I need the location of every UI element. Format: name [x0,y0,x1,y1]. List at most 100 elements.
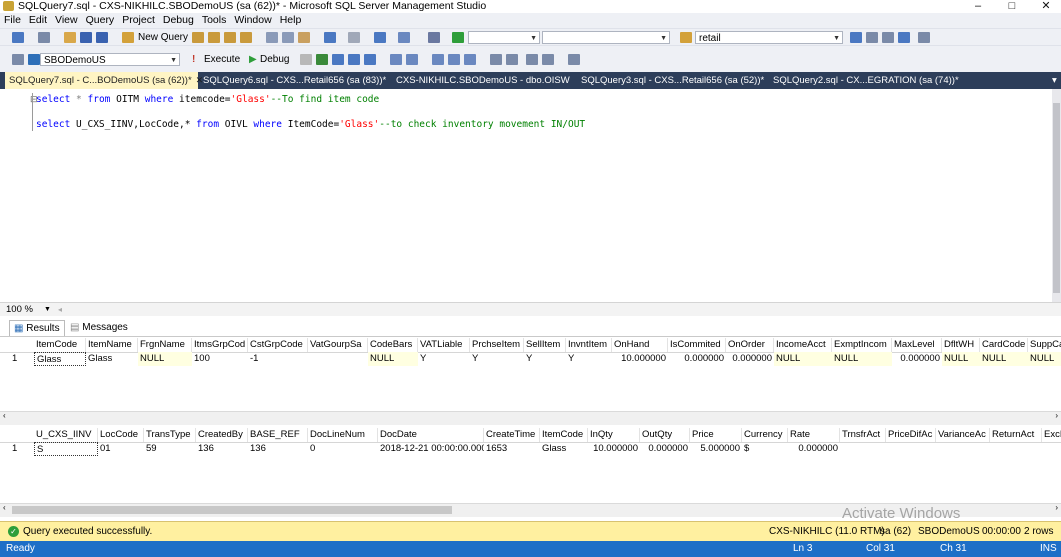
analysis-query-icon[interactable] [208,32,220,43]
column-header[interactable]: SuppCatN [1028,338,1061,352]
table-cell[interactable]: Glass [34,352,86,366]
toolbox-icon[interactable] [882,32,894,43]
table-cell[interactable] [1042,442,1061,456]
menu-window[interactable]: Window [230,13,275,28]
column-header[interactable]: IsCommited [668,338,726,352]
results-grid-2[interactable]: U_CXS_IINV LocCode TransType CreatedBy BASE_… [0,428,1061,502]
menu-file[interactable]: File [0,13,25,28]
db-engine-query-icon[interactable] [192,32,204,43]
table-cell[interactable]: -1 [248,352,308,366]
find-icon[interactable] [850,32,862,43]
column-header[interactable]: Currency [742,428,788,442]
table-cell[interactable]: NULL [138,352,192,366]
column-header[interactable]: ItemCode [540,428,588,442]
actual-plan-icon[interactable] [406,54,418,65]
table-cell[interactable] [308,352,368,366]
scroll-right-icon[interactable]: › [1055,503,1058,512]
column-header[interactable]: OutQty [640,428,690,442]
tab-sqlquery2[interactable]: SQLQuery2.sql - CX...EGRATION (sa (74))* [773,72,959,89]
table-cell[interactable]: $ [742,442,788,456]
cut-icon[interactable] [266,32,278,43]
tab-oisw[interactable]: CXS-NIKHILC.SBODemoUS - dbo.OISW [396,72,570,89]
column-header[interactable]: VatGourpSa [308,338,368,352]
column-header[interactable]: OnHand [612,338,668,352]
results-grid-1[interactable]: ItemCode ItemName FrgnName ItmsGrpCod CstGrp… [0,338,1061,410]
zoom-level[interactable]: 100 % [6,303,33,317]
solution-config-combo[interactable]: ▼ [468,31,540,44]
results-grid-icon[interactable] [464,54,476,65]
table-cell[interactable]: 0.000000 [640,442,690,456]
window-icon[interactable] [898,32,910,43]
navigate-back-icon[interactable] [374,32,386,43]
save-all-icon[interactable] [96,32,108,43]
table-cell[interactable]: Glass [86,352,138,366]
scroll-left-icon[interactable]: ‹ [3,503,6,512]
execute-button[interactable]: Execute [204,51,240,68]
table-cell[interactable]: 2018-12-21 00:00:00.000 [378,442,484,456]
editor-scroll-thumb[interactable] [1053,103,1060,293]
table-cell[interactable]: Y [566,352,612,366]
menu-edit[interactable]: Edit [25,13,51,28]
platform-combo[interactable]: ▼ [542,31,670,44]
column-header[interactable]: OnOrder [726,338,774,352]
table-cell[interactable]: 10.000000 [612,352,668,366]
menu-view[interactable]: View [51,13,82,28]
save-icon[interactable] [80,32,92,43]
column-header[interactable]: ItemName [86,338,138,352]
change-connection-icon[interactable] [28,54,40,65]
table-cell[interactable]: 0.000000 [788,442,840,456]
table-row[interactable]: 1 Glass Glass NULL 100 -1 NULL Y Y Y Y 10.000000 0.0… [0,352,1061,366]
redo-icon[interactable] [348,32,360,43]
table-cell[interactable] [990,442,1042,456]
scroll-left-icon[interactable]: ◂ [58,303,62,317]
cancel-query-icon[interactable] [300,54,312,65]
column-header[interactable]: ReturnAct [990,428,1042,442]
table-row[interactable]: 1 S 01 59 136 136 0 2018-12-21 00:00:00.000 1653… [0,442,1061,456]
table-cell[interactable]: 0 [308,442,378,456]
table-cell[interactable] [936,442,990,456]
indent-icon[interactable] [542,54,554,65]
column-header[interactable]: U_CXS_IINV [34,428,98,442]
outdent-icon[interactable] [526,54,538,65]
scroll-left-icon[interactable]: ‹ [3,411,6,420]
table-cell[interactable]: S [34,442,98,456]
tab-sqlquery6[interactable]: SQLQuery6.sql - CXS...Retail656 (sa (83)… [203,72,386,89]
column-header[interactable]: MaxLevel [892,338,942,352]
find-in-files-icon[interactable] [680,32,692,43]
table-cell[interactable]: 100 [192,352,248,366]
column-header[interactable]: CstGrpCode [248,338,308,352]
column-header[interactable]: IncomeAcct [774,338,832,352]
tab-sqlquery7[interactable]: SQLQuery7.sql - C...BODemoUS (sa (62))* ✕ [5,72,203,89]
table-cell[interactable]: NULL [1028,352,1061,366]
menu-project[interactable]: Project [118,13,159,28]
table-cell[interactable]: NULL [368,352,418,366]
table-cell[interactable]: 0.000000 [726,352,774,366]
column-header[interactable]: DfltWH [942,338,980,352]
column-header[interactable]: ItemCode [34,338,86,352]
column-header[interactable]: VarianceAc [936,428,990,442]
results-text-icon[interactable] [448,54,460,65]
tab-overflow-icon[interactable]: ▾ [1052,72,1057,89]
menu-debug[interactable]: Debug [159,13,198,28]
column-header[interactable]: FrgnName [138,338,192,352]
navigate-forward-icon[interactable] [398,32,410,43]
table-cell[interactable]: NULL [942,352,980,366]
column-header[interactable]: DocLineNum [308,428,378,442]
tab-sqlquery3[interactable]: SQLQuery3.sql - CXS...Retail656 (sa (52)… [581,72,764,89]
column-header[interactable]: PriceDifAc [886,428,936,442]
table-cell[interactable]: 136 [196,442,248,456]
column-header[interactable]: Price [690,428,742,442]
new-project-icon[interactable] [12,32,24,43]
open-folder-icon[interactable] [64,32,76,43]
debug-button[interactable]: Debug [260,51,289,68]
table-cell[interactable]: NULL [774,352,832,366]
column-header[interactable]: DocDate [378,428,484,442]
parse-icon[interactable] [316,54,328,65]
paste-icon[interactable] [298,32,310,43]
close-button[interactable]: ✕ [1031,0,1061,13]
column-header[interactable]: SellItem [524,338,566,352]
add-item-icon[interactable] [38,32,50,43]
table-cell[interactable]: 10.000000 [588,442,640,456]
new-query-button[interactable]: New Query [138,29,188,46]
table-cell[interactable]: Y [470,352,524,366]
